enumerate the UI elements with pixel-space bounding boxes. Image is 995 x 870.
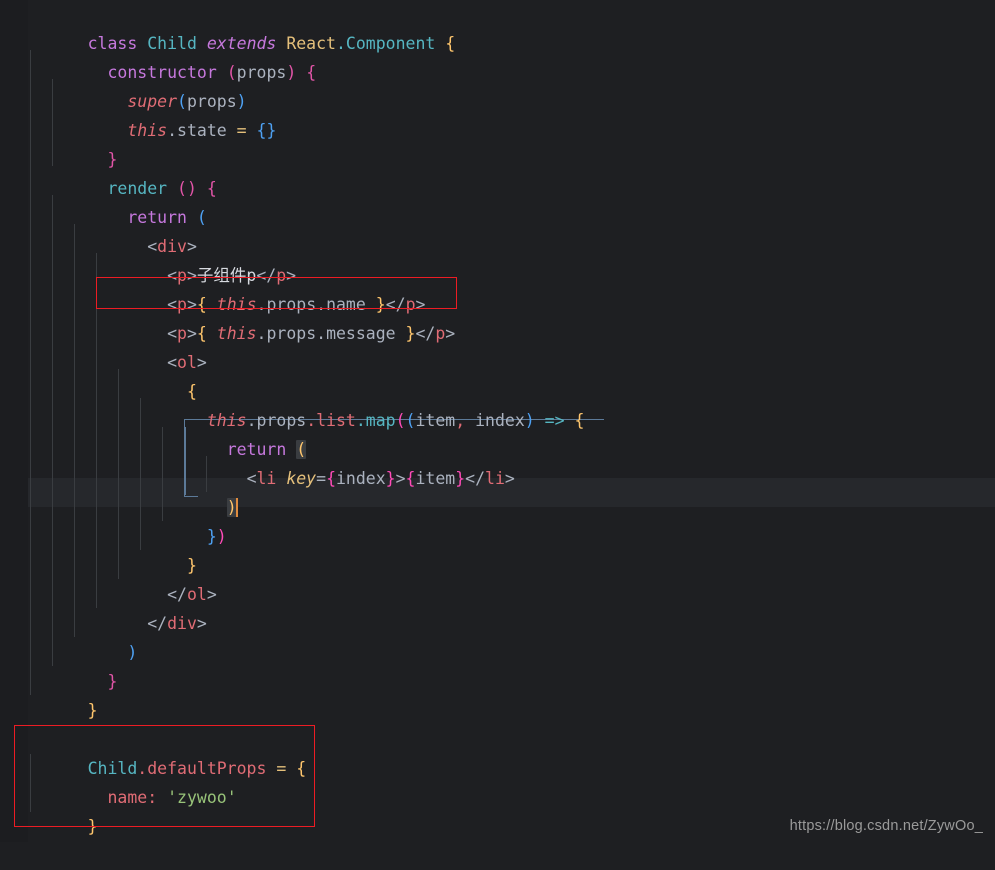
code-line: return (: [0, 406, 995, 459]
code-editor[interactable]: class Child extends React.Component { co…: [0, 0, 995, 842]
code-content[interactable]: class Child extends React.Component { co…: [0, 0, 995, 842]
code-line: }: [0, 783, 995, 836]
code-line: constructor (props) {: [0, 29, 995, 82]
token-brace: }: [87, 817, 98, 836]
code-line: <p>子组件p</p>: [0, 232, 995, 285]
code-line: <ol>: [0, 319, 995, 372]
code-line: }: [0, 667, 995, 720]
code-line: Child.defaultProps = {: [0, 725, 995, 778]
code-line: {: [0, 348, 995, 401]
code-line: <p>{ this.props.message }</p>: [0, 290, 995, 343]
code-line: }): [0, 493, 995, 546]
code-line-highlighted: <p>{ this.props.name }</p>: [0, 261, 995, 314]
code-line: ): [0, 609, 995, 662]
code-line: this.props.list.map((item, index) => {: [0, 377, 995, 430]
code-line: }: [0, 638, 995, 691]
code-line: ): [0, 464, 995, 517]
code-line: }: [0, 116, 995, 169]
code-line: class Child extends React.Component {: [0, 0, 995, 53]
code-line: name: 'zywoo': [0, 754, 995, 807]
code-line: <li key={index}>{item}</li>: [0, 435, 995, 488]
code-line: </div>: [0, 580, 995, 633]
code-line: <div>: [0, 203, 995, 256]
code-line: this.state = {}: [0, 87, 995, 140]
watermark-url: https://blog.csdn.net/ZywOo_: [789, 818, 983, 834]
code-line: }: [0, 522, 995, 575]
code-line: super(props): [0, 58, 995, 111]
code-line: return (: [0, 174, 995, 227]
code-line: </ol>: [0, 551, 995, 604]
code-line: render () {: [0, 145, 995, 198]
